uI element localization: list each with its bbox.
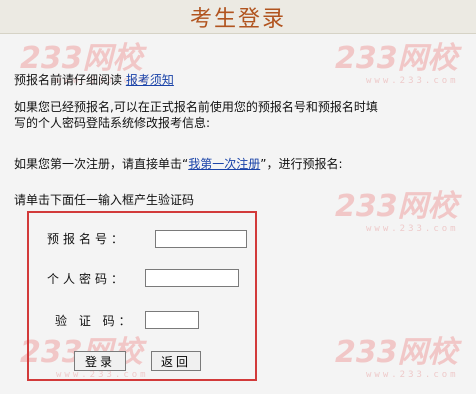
password-input[interactable] [145,269,239,287]
prereg-info-line2: 写的个人密码登陆系统修改报考信息: [14,116,211,130]
captcha-label: 验 证 码： [55,314,135,328]
first-register-prefix: 如果您第一次注册，请直接单击“ [14,157,189,171]
watermark-logo: 233网校 [335,189,458,224]
password-label: 个人密码： [47,272,128,286]
prereg-number-input[interactable] [155,230,247,248]
prereg-info-line1: 如果您已经预报名,可以在正式报名前使用您的预报名号和预报名时填 [14,100,378,114]
watermark-logo: 233网校 [335,335,458,370]
prereg-number-label: 预报名号： [47,232,128,246]
first-register-link[interactable]: 我第一次注册 [188,157,260,171]
login-button[interactable]: 登录 [74,351,126,371]
notice-line: 预报名前请仔细阅读 报考须知 [14,72,174,88]
watermark-url: www.233.com [366,370,459,380]
exam-notice-link[interactable]: 报考须知 [126,73,174,87]
page-title: 考生登录 [189,7,286,32]
captcha-hint: 请单击下面任一输入框产生验证码 [14,193,195,207]
first-register-suffix: ”，进行预报名: [260,157,343,171]
notice-prefix: 预报名前请仔细阅读 [14,73,123,87]
watermark-url: www.233.com [366,76,459,86]
watermark-logo: 233网校 [335,41,458,76]
back-button[interactable]: 返回 [151,351,201,371]
page-header: 考生登录 [0,0,476,34]
captcha-input[interactable] [145,311,199,329]
watermark-url: www.233.com [366,224,459,234]
watermark-logo: 233网校 [20,41,143,76]
first-register-line: 如果您第一次注册，请直接单击“我第一次注册”，进行预报名: [14,156,343,172]
